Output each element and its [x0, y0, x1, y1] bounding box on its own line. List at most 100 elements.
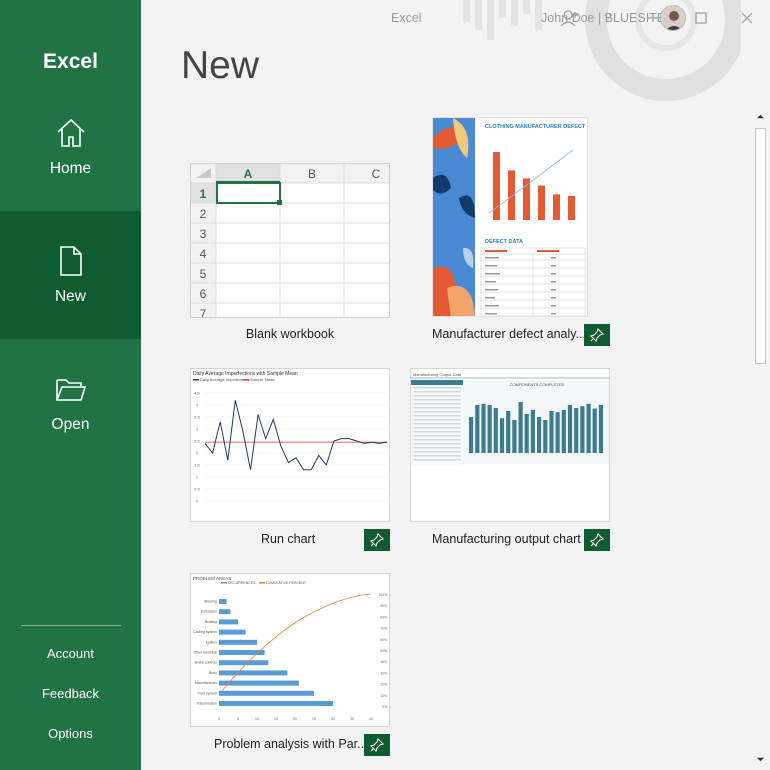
x-tick-label: 10	[255, 717, 259, 721]
pin-button[interactable]	[364, 734, 390, 756]
scroll-up-button[interactable]	[752, 108, 769, 125]
x-tick-label: 40	[369, 717, 373, 721]
output-bar	[555, 412, 560, 453]
nav-open-label: Open	[51, 416, 90, 433]
pin-button[interactable]	[364, 529, 390, 551]
problem-bar	[219, 599, 227, 604]
pin-icon	[590, 328, 604, 342]
options-link[interactable]: Options	[0, 726, 141, 741]
pin-icon	[370, 533, 384, 547]
y-tick-label: 0.5	[194, 487, 200, 492]
template-run-chart[interactable]: Daily Average Imperfections with Sample …	[190, 368, 390, 553]
nav-home-label: Home	[49, 160, 92, 177]
run-chart-thumbnail: Daily Average Imperfections with Sample …	[190, 368, 390, 522]
problem-bar	[219, 690, 314, 696]
template-label: Manufacturer defect analy...	[432, 327, 587, 341]
template-manufacturing-output[interactable]: Manufacturing Output Data COMPONENTS COM…	[410, 368, 612, 553]
category-label: Transmission	[196, 702, 217, 706]
problem-bar	[219, 629, 246, 635]
x-tick-label: 0	[218, 717, 220, 721]
minimize-icon[interactable]	[642, 6, 666, 30]
row-header: 1	[200, 187, 207, 201]
output-bar	[580, 406, 585, 453]
help-icon[interactable]: ?	[596, 6, 620, 30]
problem-bar	[219, 639, 257, 645]
nav-open[interactable]: Open	[0, 339, 141, 467]
pin-button[interactable]	[584, 324, 610, 346]
output-bar	[543, 420, 548, 453]
home-icon	[57, 118, 85, 147]
row-header: 2	[200, 207, 207, 221]
defect-thumbnail-art: CLOTHING MANUFACTURER DEFECT DEFECT DATA	[433, 118, 587, 316]
feedback-link[interactable]: Feedback	[0, 686, 141, 701]
right-tick-label: 80%	[380, 615, 387, 619]
defect-header-text: CLOTHING MANUFACTURER DEFECT	[485, 124, 586, 130]
template-problem-analysis[interactable]: PROBLEM AREAS OCCURRENCES CUMULATIVE PER…	[190, 573, 390, 758]
people-icon[interactable]	[558, 6, 582, 30]
y-tick-label: 2.5	[194, 439, 200, 444]
page-title: New	[181, 44, 260, 87]
output-bar	[475, 405, 480, 453]
row-header: 3	[200, 227, 207, 241]
output-bar	[481, 403, 486, 453]
category-label: Fuel system	[198, 691, 217, 695]
window-title: Excel	[391, 11, 422, 25]
pin-icon	[370, 738, 384, 752]
pin-button[interactable]	[584, 529, 610, 551]
template-label: Blank workbook	[245, 327, 335, 341]
y-tick-label: 3.5	[194, 415, 200, 420]
defect-bar	[493, 152, 500, 220]
output-bar	[493, 408, 498, 453]
defect-section-text: DEFECT DATA	[485, 239, 523, 245]
template-manufacturer-defect[interactable]: CLOTHING MANUFACTURER DEFECT DEFECT DATA	[432, 117, 612, 349]
output-bar	[518, 402, 523, 453]
category-label: Brake controls	[195, 661, 218, 665]
scroll-thumb[interactable]	[755, 128, 766, 364]
template-label: Manufacturing output chart	[432, 532, 581, 546]
x-tick-label: 25	[312, 717, 316, 721]
problem-chart-art: PROBLEM AREAS OCCURRENCES CUMULATIVE PER…	[191, 574, 389, 726]
scroll-down-button[interactable]	[752, 751, 769, 768]
template-blank-workbook[interactable]: A B C 1 2 3 4 5 6 7 Blank workbook	[190, 163, 390, 353]
account-link[interactable]: Account	[0, 646, 141, 661]
problem-bar	[219, 619, 238, 625]
nav-new[interactable]: New	[0, 211, 141, 339]
output-bar	[598, 405, 603, 453]
output-chart-art: Manufacturing Output Data COMPONENTS COM…	[411, 369, 609, 521]
vertical-scrollbar[interactable]	[752, 108, 769, 768]
defect-bar	[553, 194, 560, 220]
restore-icon[interactable]	[689, 6, 713, 30]
output-bar	[487, 405, 492, 453]
new-document-icon	[60, 246, 82, 276]
nav-home[interactable]: Home	[0, 83, 141, 211]
problem-bar	[219, 670, 288, 676]
problem-chart-title: PROBLEM AREAS	[193, 576, 231, 581]
output-bar	[537, 417, 542, 453]
problem-bar	[219, 680, 299, 686]
defect-bar	[568, 196, 575, 220]
output-bar	[506, 411, 511, 453]
problem-bar	[219, 609, 231, 615]
manufacturer-defect-thumbnail: CLOTHING MANUFACTURER DEFECT DEFECT DATA	[432, 117, 588, 317]
close-icon[interactable]	[735, 6, 759, 30]
category-label: Body	[209, 671, 217, 675]
right-tick-label: 70%	[380, 627, 387, 631]
column-header: B	[308, 167, 316, 181]
column-header: C	[372, 167, 381, 181]
problem-legend-bars: OCCURRENCES	[228, 581, 256, 585]
right-tick-label: 50%	[380, 649, 387, 653]
spreadsheet-grid-thumbnail: A B C 1 2 3 4 5 6 7	[191, 164, 389, 317]
right-tick-label: 90%	[380, 604, 387, 608]
category-label: Steering	[204, 600, 217, 604]
right-tick-label: 60%	[380, 638, 387, 642]
x-tick-label: 20	[293, 717, 297, 721]
category-label: Ignition	[206, 640, 217, 644]
row-header: 4	[200, 247, 207, 261]
x-tick-label: 35	[350, 717, 354, 721]
output-bar	[586, 403, 591, 453]
manufacturing-output-thumbnail: Manufacturing Output Data COMPONENTS COM…	[410, 368, 610, 522]
x-tick-label: 30	[331, 717, 335, 721]
defect-bar	[538, 185, 545, 220]
category-label: Cooling system	[193, 630, 217, 634]
y-tick-label: 4.5	[194, 391, 200, 396]
